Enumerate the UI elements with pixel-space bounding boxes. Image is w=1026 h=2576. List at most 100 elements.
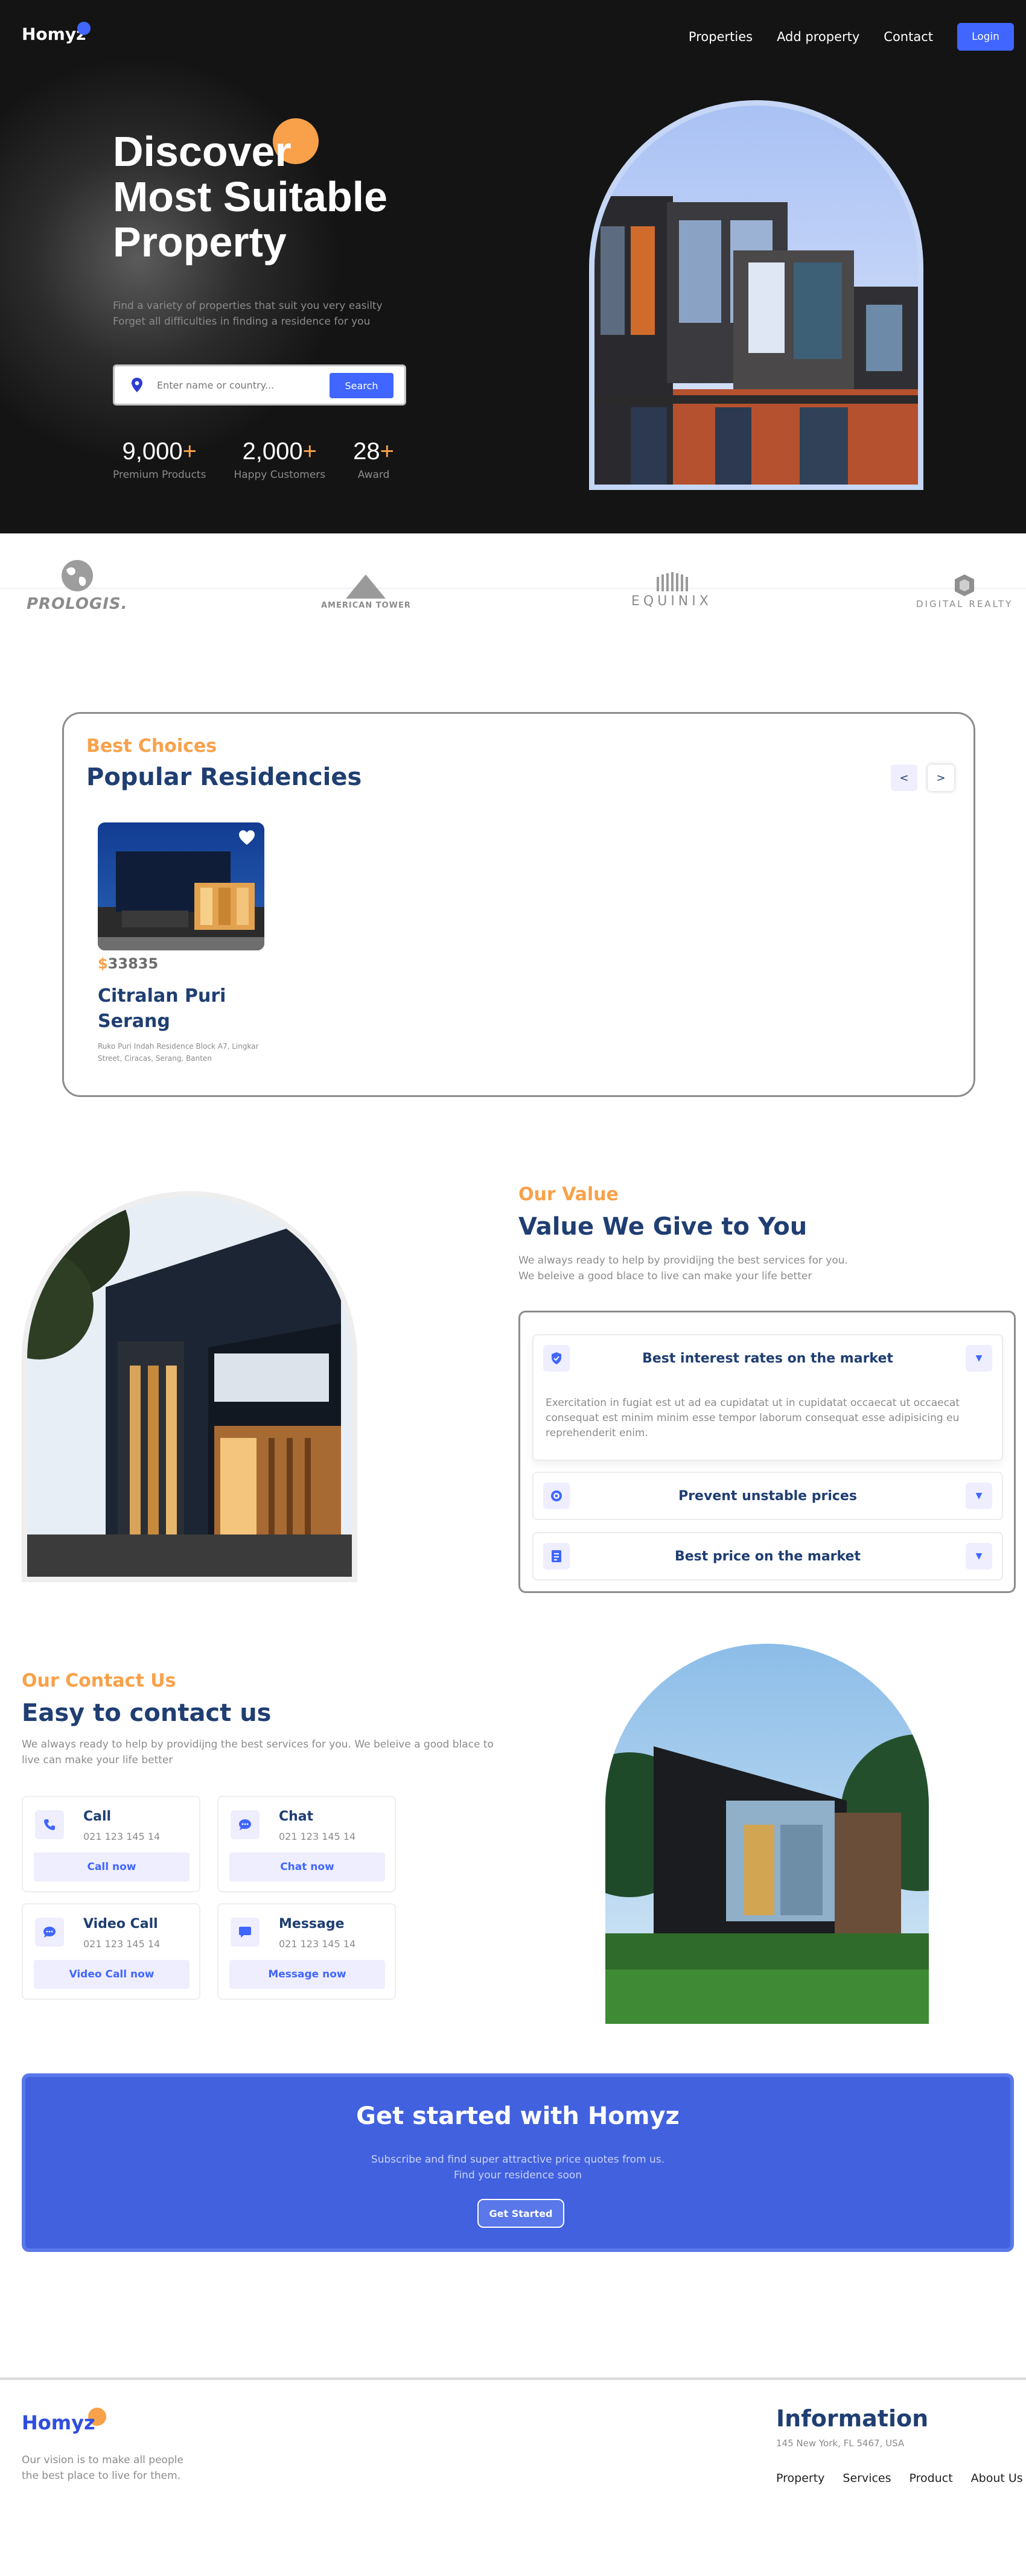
- value-subtitle: Our Value: [518, 1184, 619, 1205]
- hero-title-line: Property: [113, 218, 287, 266]
- stat-label: Premium Products: [113, 469, 206, 481]
- footer-link-product[interactable]: Product: [910, 2472, 953, 2485]
- chevron-down-icon[interactable]: ▼: [966, 1543, 992, 1569]
- company-logo-digital-realty: DIGITAL REALTY: [916, 573, 1013, 609]
- contact-card-title: Call: [83, 1809, 112, 1824]
- footer-address: 145 New York, FL 5467, USA: [776, 2438, 905, 2449]
- target-icon: [543, 1483, 570, 1509]
- nav-link-properties[interactable]: Properties: [689, 30, 753, 44]
- value-description-line: We always ready to help by providijng th…: [518, 1255, 848, 1267]
- residencies-section: Best Choices Popular Residencies < > $33…: [62, 712, 975, 1097]
- company-logo-american-tower: AMERICAN TOWER: [321, 573, 411, 610]
- footer-divider: [0, 2377, 1026, 2380]
- chevron-down-icon[interactable]: ▼: [966, 1483, 992, 1509]
- hero-description-line: Find a variety of properties that suit y…: [113, 300, 383, 312]
- accordion-title: Prevent unstable prices: [678, 1489, 857, 1504]
- footer-link-property[interactable]: Property: [776, 2472, 824, 2485]
- hero-image: [589, 100, 923, 490]
- contact-description: We always ready to help by providijng th…: [22, 1738, 494, 1766]
- chat-now-button[interactable]: Chat now: [229, 1852, 385, 1881]
- contact-card-phone: 021 123 145 14: [83, 1831, 161, 1842]
- globe-icon: [61, 560, 93, 591]
- hero-title-line: Discover: [113, 128, 292, 175]
- company-name: PROLOGIS.: [27, 595, 128, 613]
- company-name: EQUINIX: [631, 594, 712, 609]
- message-now-button[interactable]: Message now: [229, 1960, 385, 1989]
- get-started-button[interactable]: Get Started: [477, 2199, 564, 2228]
- property-name[interactable]: Citralan Puri Serang: [98, 984, 243, 1034]
- company-name: AMERICAN TOWER: [321, 601, 411, 610]
- value-accordion: Best interest rates on the market ▼ Exer…: [518, 1311, 1016, 1593]
- search-bar: Search: [113, 364, 406, 405]
- cta-description-line: Find your residence soon: [453, 2169, 582, 2181]
- company-logo-prologis: PROLOGIS.: [27, 559, 128, 613]
- contact-card-message: Message 021 123 145 14 Message now: [217, 1903, 396, 2000]
- companies-divider: [0, 588, 1026, 589]
- shield-check-icon: [543, 1345, 570, 1372]
- tower-icon: [346, 574, 386, 599]
- cta-description: Subscribe and find super attractive pric…: [25, 2152, 1010, 2183]
- search-button[interactable]: Search: [330, 373, 394, 398]
- footer-info-title: Information: [776, 2405, 929, 2432]
- slider-next-button[interactable]: >: [928, 765, 954, 791]
- contact-card-call: Call 021 123 145 14 Call now: [22, 1796, 200, 1892]
- stat-happy-customers: 2,000+ Happy Customers: [234, 438, 325, 481]
- accordion-item-unstable-prices[interactable]: Prevent unstable prices ▼: [532, 1472, 1003, 1520]
- equinix-mark-icon: [656, 572, 688, 591]
- accordion-item-interest-rates[interactable]: Best interest rates on the market ▼ Exer…: [532, 1334, 1003, 1461]
- stat-value: 9,000+: [122, 438, 197, 465]
- phone-icon: [35, 1810, 64, 1839]
- footer-link-services[interactable]: Services: [843, 2472, 891, 2485]
- stat-value: 2,000+: [242, 438, 317, 465]
- location-pin-icon: [129, 377, 145, 393]
- value-title: Value We Give to You: [518, 1213, 808, 1241]
- hero-stats: 9,000+ Premium Products 2,000+ Happy Cus…: [113, 438, 394, 481]
- nav-link-add-property[interactable]: Add property: [777, 30, 859, 44]
- video-call-now-button[interactable]: Video Call now: [34, 1960, 190, 1989]
- contact-card-title: Message: [279, 1916, 345, 1932]
- stat-label: Happy Customers: [234, 469, 326, 481]
- company-name: DIGITAL REALTY: [916, 599, 1013, 609]
- header-logo[interactable]: Homyz: [22, 24, 86, 44]
- accordion-title: Best price on the market: [674, 1549, 861, 1564]
- footer-vision: Our vision is to make all people the bes…: [22, 2454, 183, 2482]
- company-logo-equinix: EQUINIX: [631, 572, 712, 609]
- call-now-button[interactable]: Call now: [34, 1852, 190, 1881]
- stat-label: Award: [357, 469, 390, 481]
- slider-prev-button[interactable]: <: [891, 765, 917, 791]
- cta-title: Get started with Homyz: [356, 2102, 680, 2130]
- message-icon: [231, 1918, 260, 1947]
- contact-card-chat: Chat 021 123 145 14 Chat now: [217, 1796, 396, 1892]
- chevron-down-icon[interactable]: ▼: [966, 1345, 992, 1372]
- accordion-body: Exercitation in fugiat est ut ad ea cupi…: [546, 1397, 960, 1439]
- property-price: $33835: [98, 955, 159, 972]
- value-image: [22, 1191, 357, 1582]
- contact-title: Easy to contact us: [22, 1699, 272, 1727]
- residencies-title: Popular Residencies: [86, 763, 362, 791]
- property-address: Ruko Puri Indah Residence Block A7, Ling…: [98, 1042, 259, 1063]
- contact-card-title: Chat: [279, 1809, 314, 1824]
- main-nav: Properties Add property Contact Login: [689, 23, 1014, 51]
- footer-logo[interactable]: Homyz: [22, 2411, 95, 2434]
- footer-nav: Property Services Product About Us: [776, 2472, 1023, 2485]
- contact-card-phone: 021 123 145 14: [279, 1938, 356, 1950]
- contact-card-video-call: Video Call 021 123 145 14 Video Call now: [22, 1903, 200, 2000]
- stat-premium-products: 9,000+ Premium Products: [113, 438, 206, 481]
- get-started-section: Get started with Homyz Subscribe and fin…: [22, 2073, 1014, 2252]
- nav-link-contact[interactable]: Contact: [884, 30, 933, 44]
- value-description: We always ready to help by providijng th…: [518, 1253, 881, 1284]
- digital-realty-mark-icon: [955, 574, 975, 596]
- cta-description-line: Subscribe and find super attractive pric…: [371, 2154, 665, 2166]
- contact-card-title: Video Call: [83, 1916, 158, 1932]
- login-button[interactable]: Login: [957, 23, 1014, 51]
- footer-link-about-us[interactable]: About Us: [971, 2472, 1023, 2485]
- contact-card-phone: 021 123 145 14: [83, 1938, 161, 1950]
- value-description-line: We beleive a good blace to live can make…: [518, 1270, 812, 1282]
- chat-icon: [231, 1810, 260, 1839]
- residencies-subtitle: Best Choices: [86, 736, 217, 757]
- search-input[interactable]: [157, 379, 320, 391]
- accordion-title: Best interest rates on the market: [642, 1351, 893, 1366]
- heart-icon[interactable]: [238, 828, 256, 847]
- accordion-item-best-price[interactable]: Best price on the market ▼: [532, 1532, 1003, 1580]
- contact-card-phone: 021 123 145 14: [279, 1831, 356, 1842]
